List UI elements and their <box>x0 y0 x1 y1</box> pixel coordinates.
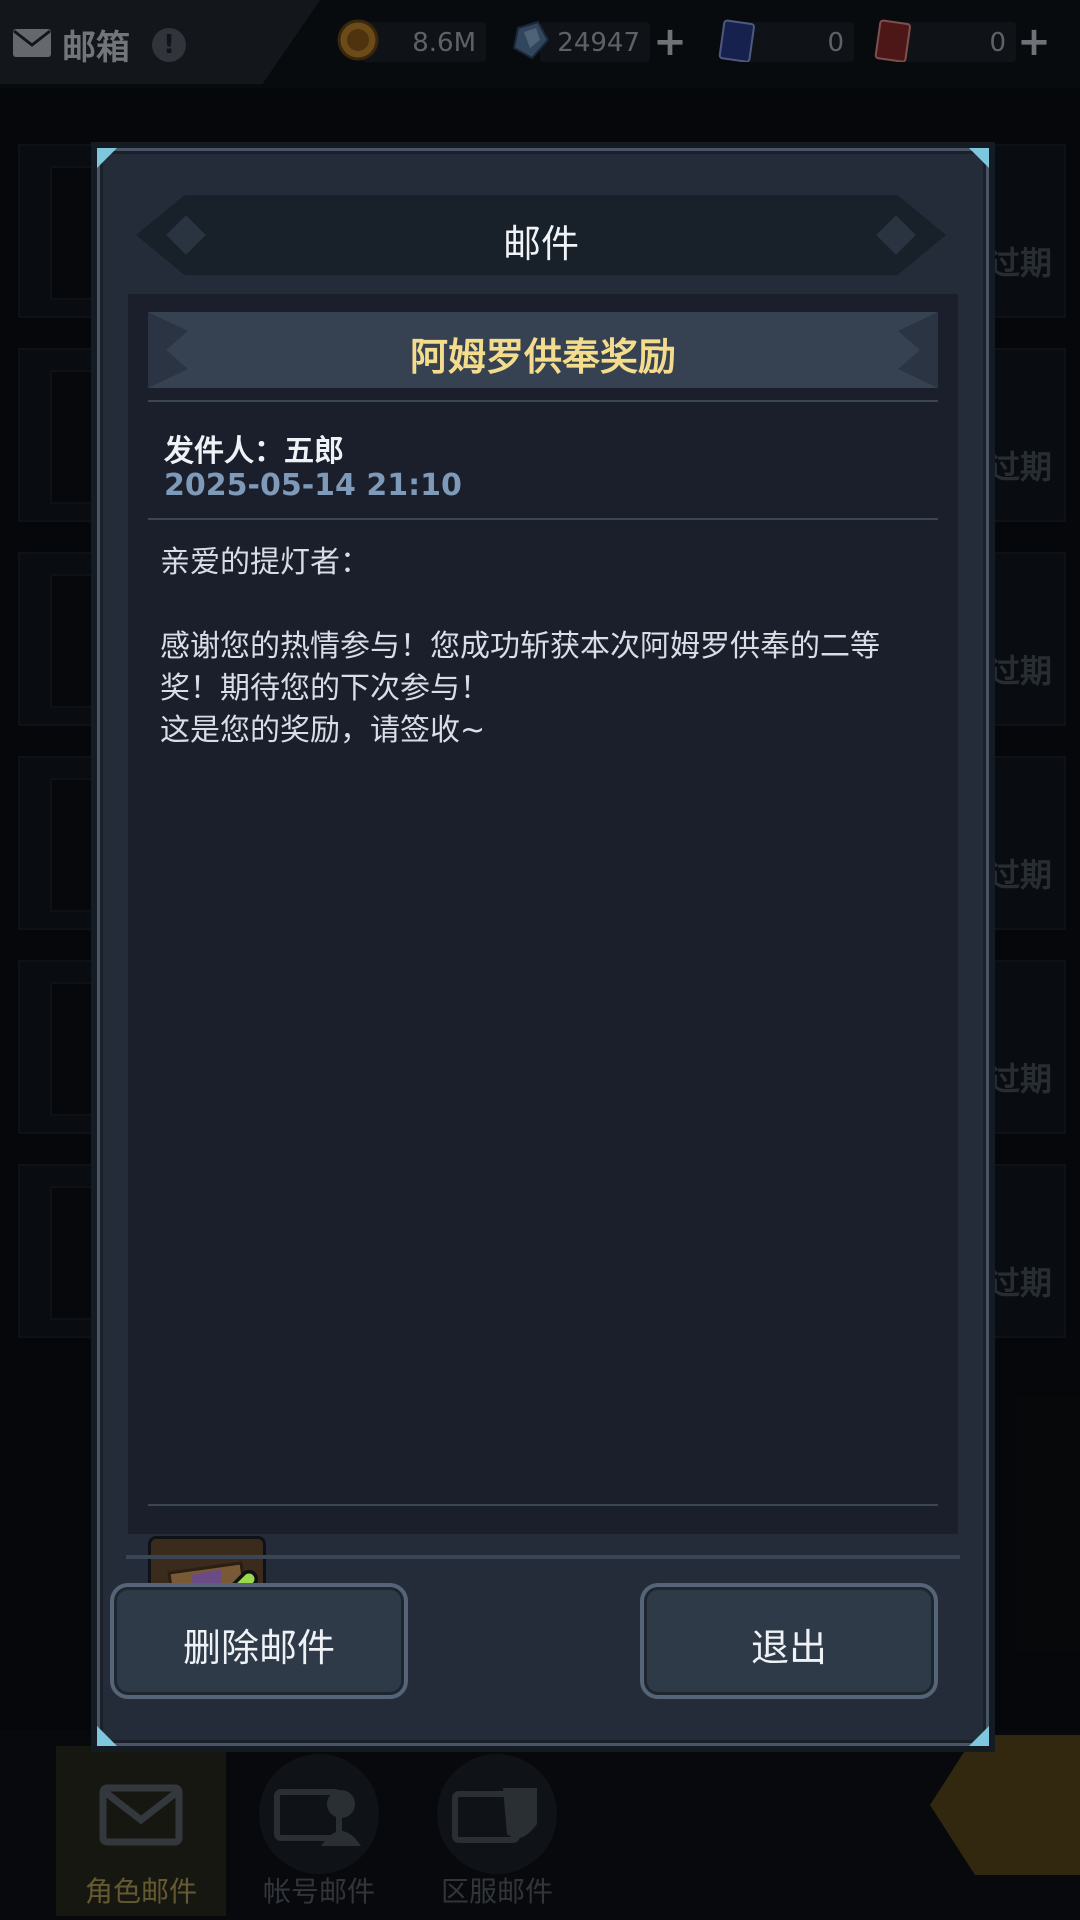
divider <box>148 518 938 520</box>
exit-button-label: 退出 <box>750 1626 827 1670</box>
corner-ornament <box>97 148 117 168</box>
exit-button[interactable]: 退出 <box>640 1583 938 1699</box>
corner-ornament <box>97 1726 117 1746</box>
mail-sender: 发件人：五郎 <box>164 434 344 469</box>
corner-ornament <box>969 1726 989 1746</box>
mail-dialog: 邮件 阿姆罗供奉奖励 发件人：五郎 2025-05-14 21:10 亲爱的提灯… <box>97 148 989 1746</box>
subject-banner: 阿姆罗供奉奖励 <box>148 312 938 388</box>
mail-content: 阿姆罗供奉奖励 发件人：五郎 2025-05-14 21:10 亲爱的提灯者： … <box>128 294 958 1654</box>
footer-divider <box>126 1555 960 1559</box>
mail-body: 亲爱的提灯者： 感谢您的热情参与！您成功斩获本次阿姆罗供奉的二等奖！期待您的下次… <box>160 545 880 748</box>
corner-ornament <box>969 148 989 168</box>
divider <box>148 1504 938 1506</box>
mail-subject: 阿姆罗供奉奖励 <box>409 335 676 379</box>
delete-button-label: 删除邮件 <box>182 1626 335 1670</box>
dialog-title: 邮件 <box>502 222 579 266</box>
dialog-header: 邮件 <box>136 195 946 275</box>
divider <box>148 400 938 402</box>
mail-date: 2025-05-14 21:10 <box>164 468 462 503</box>
delete-mail-button[interactable]: 删除邮件 <box>110 1583 408 1699</box>
